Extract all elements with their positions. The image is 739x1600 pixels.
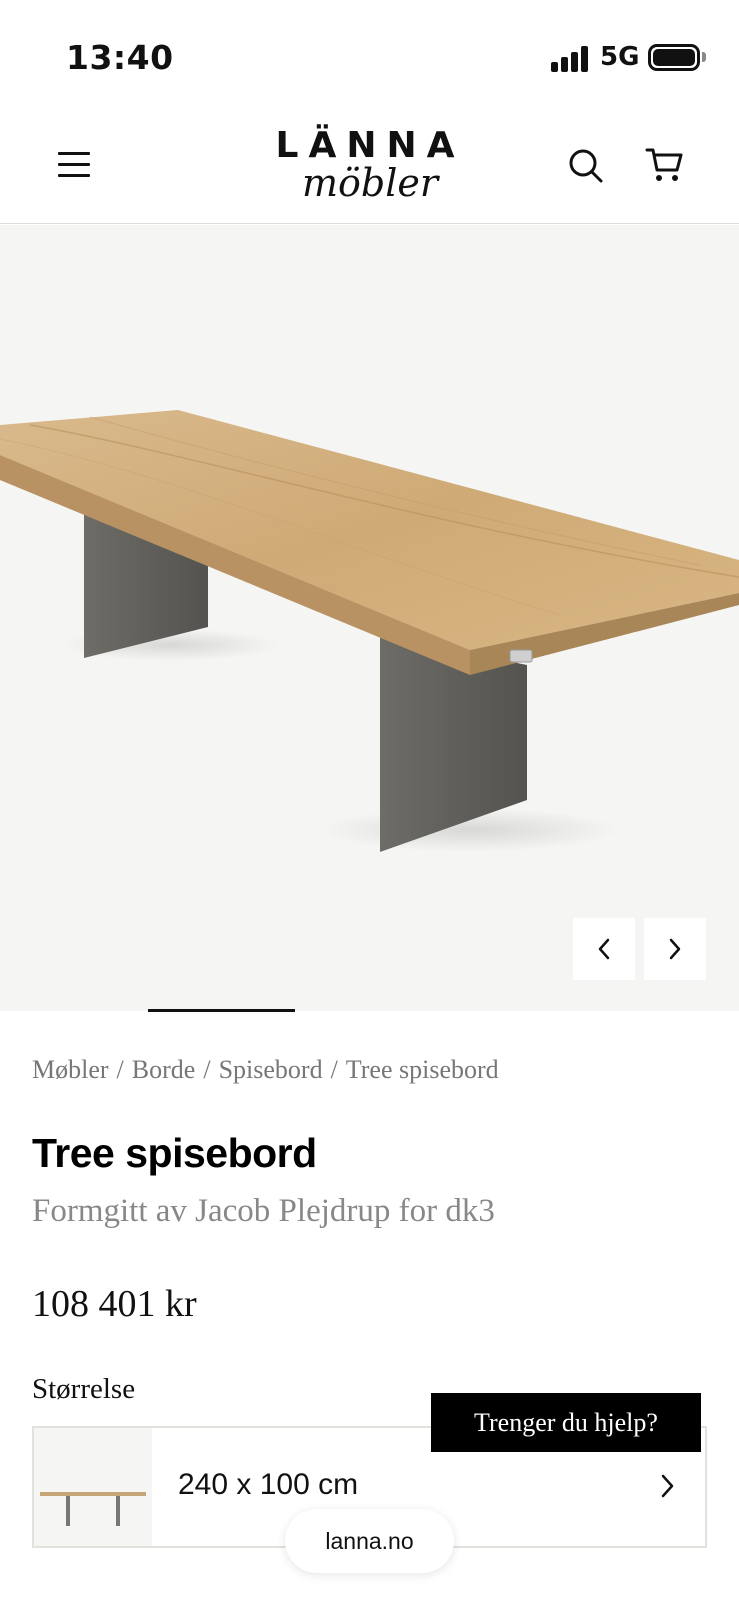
size-thumbnail	[34, 1428, 152, 1546]
site-logo[interactable]: LÄNNA möbler	[240, 125, 500, 205]
signal-icon	[551, 44, 591, 72]
breadcrumb-item-mobler[interactable]: Møbler	[32, 1055, 109, 1084]
gallery-progress-indicator	[148, 1009, 295, 1012]
product-designer: Formgitt av Jacob Plejdrup for dk3	[32, 1193, 495, 1229]
logo-tagline: möbler	[301, 161, 439, 205]
network-label: 5G	[600, 42, 640, 72]
gallery-next-button[interactable]	[644, 918, 706, 980]
chevron-left-icon	[598, 938, 610, 960]
browser-url-bar[interactable]: lanna.no	[285, 1509, 454, 1573]
battery-icon	[648, 44, 700, 71]
search-icon[interactable]	[568, 148, 604, 184]
product-title: Tree spisebord	[32, 1130, 317, 1176]
menu-icon[interactable]	[58, 152, 90, 178]
size-label: Størrelse	[32, 1373, 136, 1405]
breadcrumb-separator: /	[330, 1055, 338, 1084]
help-button[interactable]: Trenger du hjelp?	[431, 1393, 701, 1452]
site-header: LÄNNA möbler	[0, 112, 739, 224]
breadcrumb-item-spisebord[interactable]: Spisebord	[219, 1055, 323, 1084]
gallery-progress	[0, 1009, 739, 1012]
gallery-prev-button[interactable]	[573, 918, 635, 980]
breadcrumb-separator: /	[203, 1055, 211, 1084]
chevron-right-icon	[669, 938, 681, 960]
size-value: 240 x 100 cm	[178, 1468, 359, 1501]
breadcrumb-separator: /	[116, 1055, 124, 1084]
status-bar: 13:40 5G	[0, 0, 739, 112]
logo-wordmark: LÄNNA	[275, 125, 465, 166]
cart-icon[interactable]	[645, 146, 683, 184]
breadcrumb-item-current: Tree spisebord	[345, 1055, 499, 1084]
breadcrumb: Møbler / Borde / Spisebord / Tree spisebord	[32, 1055, 499, 1085]
table-illustration	[0, 410, 739, 852]
battery-cap	[702, 52, 706, 62]
product-image[interactable]	[0, 225, 739, 1011]
product-price: 108 401 kr	[32, 1283, 197, 1325]
status-time: 13:40	[66, 38, 174, 77]
chevron-right-icon	[657, 1472, 677, 1500]
breadcrumb-item-borde[interactable]: Borde	[132, 1055, 196, 1084]
